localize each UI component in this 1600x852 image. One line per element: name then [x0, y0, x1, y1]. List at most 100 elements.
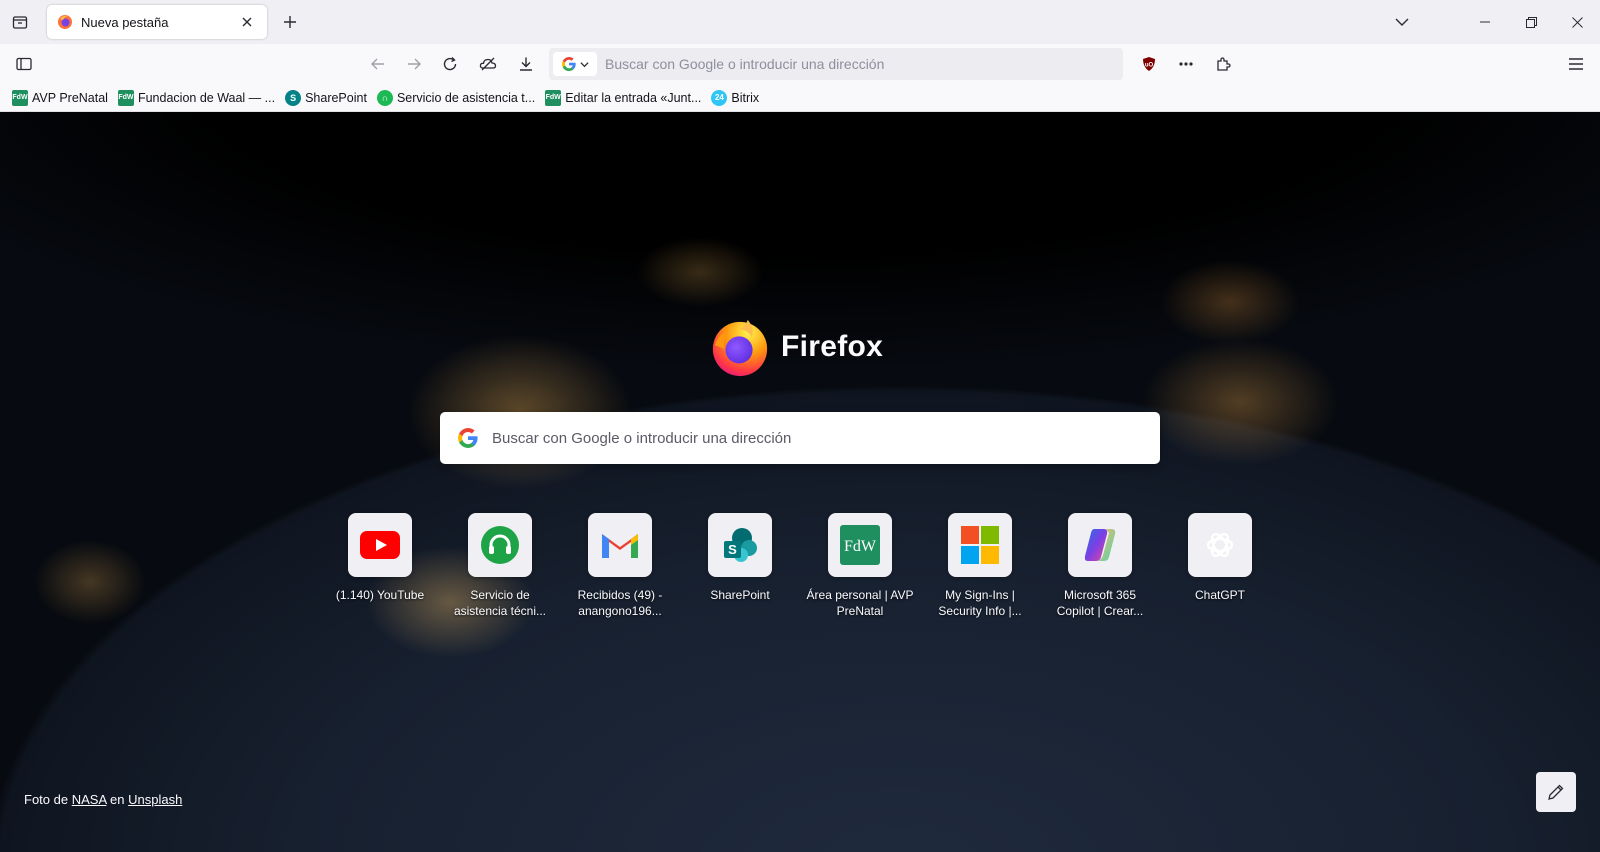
bookmark-label: Servicio de asistencia t...	[396, 90, 536, 105]
tracking-protection-button[interactable]	[472, 48, 504, 80]
top-site-tile[interactable]: My Sign-Ins | Security Info |...	[920, 513, 1040, 619]
tile-label: ChatGPT	[1194, 588, 1245, 602]
tile-icon-box	[348, 513, 412, 577]
tile-label: Microsoft 365 Copilot | Crear...	[1056, 588, 1144, 618]
new-tab-button[interactable]	[274, 6, 306, 38]
app-menu-button[interactable]	[1560, 48, 1592, 80]
credit-author-link[interactable]: NASA	[72, 792, 107, 807]
top-site-tile[interactable]: S SharePoint	[680, 513, 800, 619]
svg-text:FdW: FdW	[844, 538, 877, 555]
headset-icon	[481, 526, 519, 564]
bookmark-label: Editar la entrada «Junt...	[565, 90, 702, 105]
tile-label: Recibidos (49) - anangono196...	[577, 588, 663, 618]
reload-button[interactable]	[434, 48, 466, 80]
tile-label: (1.140) YouTube	[335, 588, 425, 602]
credit-site-link[interactable]: Unsplash	[128, 792, 182, 807]
downloads-button[interactable]	[510, 48, 542, 80]
svg-text:uO: uO	[1145, 63, 1154, 69]
tile-icon-box	[468, 513, 532, 577]
google-icon	[561, 57, 576, 71]
top-site-tile[interactable]: ChatGPT	[1160, 513, 1280, 619]
top-site-tile[interactable]: FdW Área personal | AVP PreNatal	[800, 513, 920, 619]
top-site-tile[interactable]: Recibidos (49) - anangono196...	[560, 513, 680, 619]
forward-button[interactable]	[398, 48, 430, 80]
sharepoint-icon: S	[285, 89, 302, 106]
firefox-logo: Firefox	[709, 316, 883, 378]
bitrix-icon: 24	[711, 89, 728, 106]
bookmark-item[interactable]: FdW Editar la entrada «Junt...	[541, 86, 705, 110]
bookmark-item[interactable]: FdW AVP PreNatal	[8, 86, 112, 110]
ublock-origin-button[interactable]: uO	[1133, 48, 1165, 80]
gmail-icon	[602, 534, 638, 558]
tile-icon-box: FdW	[828, 513, 892, 577]
bookmark-item[interactable]: S SharePoint	[281, 86, 371, 110]
tile-icon-box	[588, 513, 652, 577]
newtab-search-input[interactable]	[492, 429, 1160, 447]
google-icon	[458, 428, 478, 448]
sharepoint-icon: S	[724, 528, 757, 562]
top-site-tile[interactable]: Servicio de asistencia técni...	[440, 513, 560, 619]
ublock-shield-icon: uO	[1143, 57, 1155, 71]
hamburger-menu-icon	[1569, 58, 1583, 70]
close-icon	[242, 17, 252, 27]
pencil-icon	[1548, 784, 1564, 800]
sidebar-icon	[16, 57, 32, 71]
extension-button[interactable]	[1170, 48, 1202, 80]
bookmark-label: SharePoint	[305, 90, 367, 105]
chevron-down-icon	[579, 61, 589, 67]
photo-credit: Foto de NASA en Unsplash	[24, 792, 182, 807]
customize-button[interactable]	[1536, 772, 1576, 812]
bookmark-item[interactable]: ∩ Servicio de asistencia t...	[373, 86, 539, 110]
bookmark-label: AVP PreNatal	[32, 90, 108, 105]
fdw-icon: FdW	[545, 89, 562, 106]
tile-label: SharePoint	[710, 588, 770, 602]
copilot-icon	[1084, 529, 1116, 561]
top-site-tile[interactable]: (1.140) YouTube	[320, 513, 440, 619]
firefox-favicon-icon	[58, 15, 72, 29]
sidebar-button[interactable]	[8, 48, 40, 80]
bookmark-item[interactable]: FdW Fundacion de Waal — ...	[114, 86, 279, 110]
microsoft-icon	[961, 526, 999, 564]
top-site-tile[interactable]: Microsoft 365 Copilot | Crear...	[1040, 513, 1160, 619]
fdw-icon: FdW	[12, 89, 28, 106]
arrow-right-icon	[408, 58, 421, 70]
list-all-tabs-button[interactable]	[1386, 6, 1418, 38]
reload-icon	[443, 57, 457, 71]
headset-icon: ∩	[376, 89, 393, 106]
firefox-logo-icon	[712, 319, 768, 377]
extensions-button[interactable]	[1207, 48, 1239, 80]
back-button[interactable]	[362, 48, 394, 80]
firefox-wordmark: Firefox	[781, 330, 884, 363]
bookmark-label: Fundacion de Waal — ...	[137, 90, 276, 105]
tile-icon-box	[1068, 513, 1132, 577]
puzzle-icon	[1217, 57, 1231, 71]
plus-icon	[284, 16, 296, 28]
bookmark-label: Bitrix	[731, 90, 760, 105]
tab-new-tab[interactable]: Nueva pestaña	[47, 5, 267, 39]
url-input[interactable]	[605, 56, 1123, 72]
fdw-icon: FdW	[117, 89, 134, 106]
tile-label: Servicio de asistencia técni...	[453, 588, 547, 618]
url-bar[interactable]	[549, 48, 1123, 80]
new-tab-page: Firefox (1.140) YouTube Servicio de asis…	[0, 112, 1600, 852]
tab-strip: Nueva pestaña	[0, 0, 1600, 44]
top-sites: (1.140) YouTube Servicio de asistencia t…	[320, 513, 1280, 619]
minimize-icon	[1480, 21, 1490, 23]
tile-label: My Sign-Ins | Security Info |...	[938, 588, 1022, 618]
chevron-down-icon	[1395, 18, 1409, 26]
close-window-button[interactable]	[1554, 0, 1600, 44]
tab-close-button[interactable]	[237, 12, 257, 32]
minimize-button[interactable]	[1462, 0, 1508, 44]
search-engine-selector[interactable]	[553, 52, 597, 76]
chatgpt-icon	[1206, 532, 1234, 558]
download-icon	[520, 57, 532, 71]
restore-button[interactable]	[1508, 0, 1554, 44]
newtab-search-box[interactable]	[440, 412, 1160, 464]
navigation-toolbar: uO	[0, 44, 1600, 84]
tile-icon-box	[1188, 513, 1252, 577]
close-icon	[1571, 16, 1583, 28]
bookmark-item[interactable]: 24 Bitrix	[707, 86, 763, 110]
firefox-view-button[interactable]	[4, 6, 36, 38]
tile-icon-box: S	[708, 513, 772, 577]
restore-icon	[1525, 16, 1537, 28]
